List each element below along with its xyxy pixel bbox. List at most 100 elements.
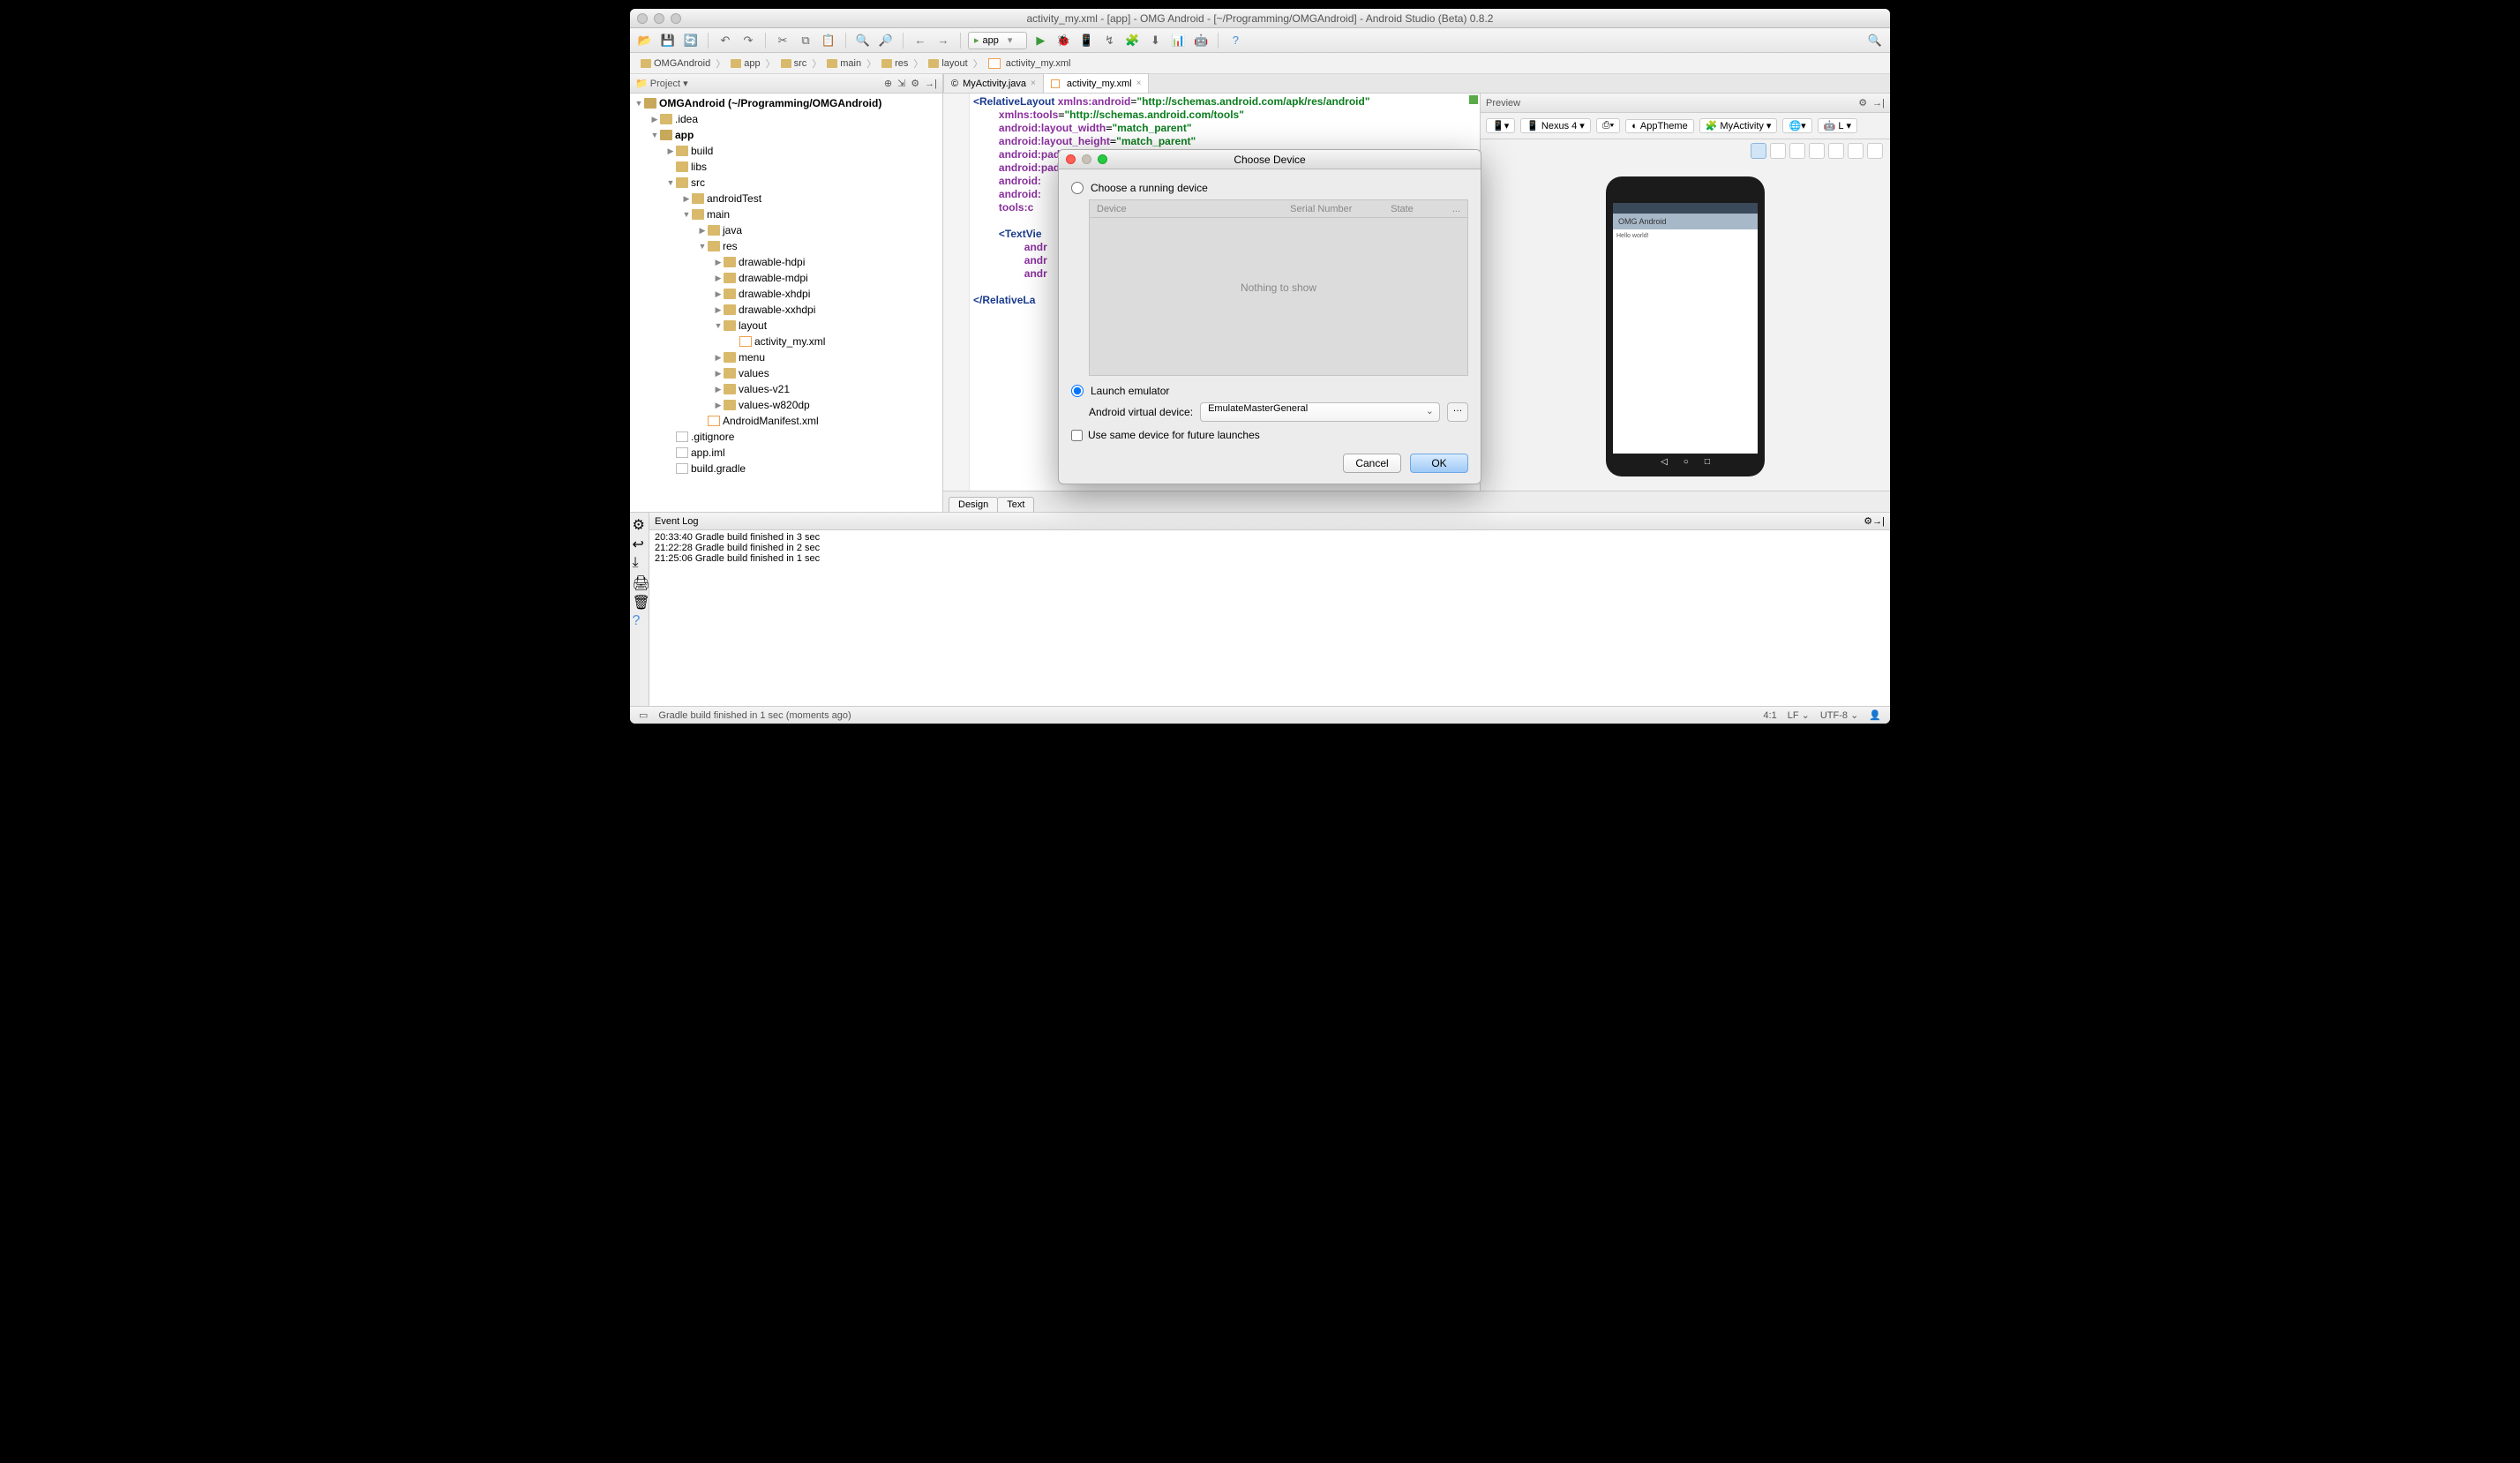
editor-tab[interactable]: activity_my.xml× (1043, 73, 1150, 93)
editor-tab[interactable]: ©MyActivity.java× (943, 73, 1044, 93)
tree-item[interactable]: ▼res (630, 238, 942, 254)
tree-item[interactable]: ▶build (630, 143, 942, 159)
device-selector[interactable]: 📱 Nexus 4▾ (1520, 118, 1591, 133)
scroll-icon[interactable]: ⤓ (633, 555, 647, 569)
zoom-out-icon[interactable] (1809, 143, 1825, 159)
theme-selector[interactable]: ◐ AppTheme (1625, 119, 1693, 133)
tree-item[interactable]: ▶java (630, 222, 942, 238)
tree-item[interactable]: build.gradle (630, 461, 942, 476)
crumb-project[interactable]: OMGAndroid (637, 58, 714, 69)
run-icon[interactable]: ▶ (1031, 32, 1050, 49)
hide-icon[interactable]: →| (1872, 516, 1885, 527)
tree-item[interactable]: ▼main (630, 206, 942, 222)
settings-icon[interactable]: ⚙ (1858, 97, 1867, 109)
tree-item[interactable]: ▶values-v21 (630, 381, 942, 397)
sdk-manager-icon[interactable]: ⬇ (1145, 32, 1165, 49)
debug-icon[interactable]: 🐞 (1054, 32, 1073, 49)
tree-item[interactable]: activity_my.xml (630, 334, 942, 349)
tree-item[interactable]: ▶drawable-mdpi (630, 270, 942, 286)
zoom-in-icon[interactable] (1789, 143, 1805, 159)
hide-icon[interactable]: →| (1872, 98, 1885, 109)
remember-device-checkbox[interactable]: Use same device for future launches (1071, 429, 1468, 441)
toggle-toolwindows-icon[interactable]: ▭ (639, 709, 648, 721)
avd-manager-button[interactable]: … (1447, 402, 1468, 422)
android-icon[interactable]: 🤖 (1191, 32, 1211, 49)
tree-item[interactable]: ▼layout (630, 318, 942, 334)
search-everywhere-icon[interactable]: 🔍 (1865, 32, 1885, 49)
text-tab[interactable]: Text (997, 497, 1034, 512)
clear-icon[interactable]: 🗑 (633, 594, 647, 608)
activity-selector[interactable]: 🧩 MyActivity▾ (1699, 118, 1778, 133)
close-tab-icon[interactable]: × (1136, 79, 1142, 88)
find-icon[interactable]: 🔍 (853, 32, 873, 49)
stop-icon[interactable]: ↯ (1099, 32, 1119, 49)
crumb-main[interactable]: main (823, 58, 865, 69)
crumb-res[interactable]: res (878, 58, 911, 69)
info-icon[interactable]: ? (633, 613, 647, 627)
avd-manager-icon[interactable]: 🧩 (1122, 32, 1142, 49)
settings-icon[interactable] (1867, 143, 1883, 159)
orientation-selector[interactable]: 📱▾ (1486, 118, 1515, 133)
help-icon[interactable]: ? (1226, 32, 1245, 49)
back-icon[interactable]: ← (911, 32, 930, 49)
launch-emulator-radio[interactable]: Launch emulator (1071, 385, 1468, 397)
event-log-content[interactable]: 20:33:40 Gradle build finished in 3 sec … (649, 530, 1890, 706)
crumb-layout[interactable]: layout (925, 58, 971, 69)
save-icon[interactable]: 💾 (658, 32, 678, 49)
tree-item[interactable]: app.iml (630, 445, 942, 461)
tree-item[interactable]: AndroidManifest.xml (630, 413, 942, 429)
hide-icon[interactable]: →| (925, 79, 937, 89)
window-traffic-lights[interactable] (637, 13, 681, 24)
sync-icon[interactable]: 🔄 (681, 32, 701, 49)
collapse-all-icon[interactable]: ⇲ (897, 78, 905, 89)
file-encoding[interactable]: UTF-8 ⌄ (1820, 709, 1858, 721)
tree-item[interactable]: libs (630, 159, 942, 175)
tree-item[interactable]: ▶.idea (630, 111, 942, 127)
zoom-actual-icon[interactable] (1770, 143, 1786, 159)
ddms-icon[interactable]: 📊 (1168, 32, 1188, 49)
settings-icon[interactable]: ⚙ (1864, 515, 1872, 527)
tree-item[interactable]: ▼app (630, 127, 942, 143)
crumb-app[interactable]: app (727, 58, 763, 69)
tree-item[interactable]: ▶drawable-hdpi (630, 254, 942, 270)
tree-item[interactable]: ▶drawable-xhdpi (630, 286, 942, 302)
forward-icon[interactable]: → (934, 32, 953, 49)
config-selector[interactable]: ⎙▾ (1596, 118, 1620, 133)
crumb-file[interactable]: activity_my.xml (985, 58, 1075, 69)
project-tree[interactable]: ▼OMGAndroid (~/Programming/OMGAndroid) ▶… (630, 94, 942, 512)
close-tab-icon[interactable]: × (1031, 79, 1036, 88)
tree-item[interactable]: ▶androidTest (630, 191, 942, 206)
crumb-src[interactable]: src (777, 58, 811, 69)
inspection-indicator-icon[interactable] (1469, 95, 1478, 104)
screenshot-icon[interactable] (1848, 143, 1864, 159)
api-selector[interactable]: 🤖 L▾ (1818, 118, 1857, 133)
replace-icon[interactable]: 🔎 (876, 32, 896, 49)
hector-icon[interactable]: 👤 (1869, 709, 1881, 721)
open-icon[interactable]: 📂 (635, 32, 655, 49)
print-icon[interactable]: 🖨 (633, 574, 647, 589)
cancel-button[interactable]: Cancel (1343, 454, 1401, 473)
paste-icon[interactable]: 📋 (819, 32, 838, 49)
running-devices-list[interactable]: DeviceSerial NumberState... Nothing to s… (1089, 199, 1468, 376)
run-config-selector[interactable]: ▸app▾ (968, 32, 1027, 49)
ok-button[interactable]: OK (1410, 454, 1468, 473)
caret-position[interactable]: 4:1 (1763, 710, 1776, 721)
tree-item[interactable]: ▶values-w820dp (630, 397, 942, 413)
refresh-icon[interactable] (1828, 143, 1844, 159)
redo-icon[interactable]: ↷ (739, 32, 758, 49)
cut-icon[interactable]: ✂ (773, 32, 792, 49)
attach-debugger-icon[interactable]: 📱 (1076, 32, 1096, 49)
tree-item[interactable]: ▼src (630, 175, 942, 191)
tree-item[interactable]: .gitignore (630, 429, 942, 445)
scroll-from-source-icon[interactable]: ⊕ (884, 78, 892, 89)
wrap-icon[interactable]: ↩ (633, 536, 647, 550)
filter-icon[interactable]: ⚙ (633, 516, 647, 530)
tree-item[interactable]: ▶drawable-xxhdpi (630, 302, 942, 318)
tree-root[interactable]: ▼OMGAndroid (~/Programming/OMGAndroid) (630, 95, 942, 111)
choose-running-device-radio[interactable]: Choose a running device (1071, 182, 1468, 194)
line-separator[interactable]: LF ⌄ (1788, 709, 1810, 721)
project-view-selector[interactable]: 📁 Project ▾ (635, 78, 688, 89)
zoom-fit-icon[interactable] (1751, 143, 1766, 159)
undo-icon[interactable]: ↶ (716, 32, 735, 49)
tree-item[interactable]: ▶menu (630, 349, 942, 365)
